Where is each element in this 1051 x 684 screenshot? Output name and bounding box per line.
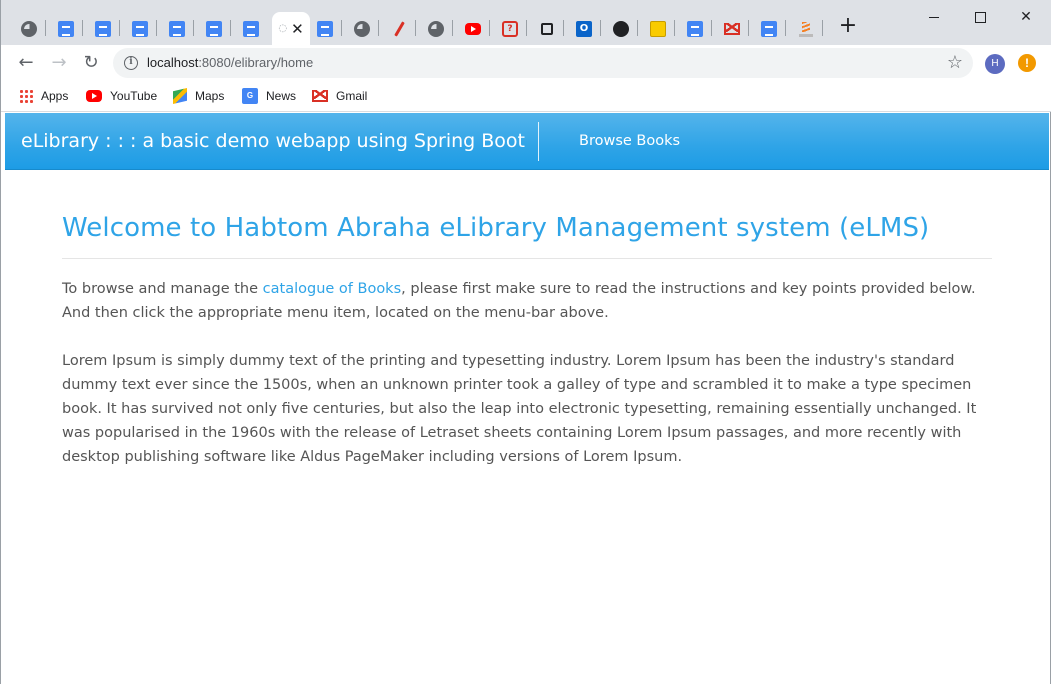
tab-strip: ◌ ✕ ? O + ✕ — [1, 0, 1051, 45]
app-navbar: eLibrary : : : a basic demo webapp using… — [5, 113, 1049, 170]
docs-icon — [317, 20, 333, 37]
loading-icon: ◌ — [278, 23, 288, 34]
stackoverflow-icon — [799, 21, 813, 37]
bookmark-label: News — [266, 89, 297, 103]
close-tab-icon[interactable]: ✕ — [291, 21, 304, 37]
tab[interactable] — [49, 12, 83, 45]
maps-icon — [173, 88, 187, 104]
intro-paragraph: To browse and manage the catalogue of Bo… — [62, 277, 992, 325]
tab[interactable] — [197, 12, 231, 45]
minimize-button[interactable] — [911, 6, 957, 28]
docs-icon — [95, 20, 111, 37]
docs-icon — [206, 20, 222, 37]
tab[interactable] — [715, 12, 749, 45]
youtube-icon — [86, 90, 102, 102]
reload-icon[interactable]: ↻ — [79, 51, 103, 75]
tab[interactable] — [641, 12, 675, 45]
maximize-button[interactable] — [957, 6, 1003, 28]
youtube-icon — [465, 22, 481, 35]
tab[interactable] — [234, 12, 268, 45]
tab[interactable] — [789, 12, 823, 45]
bookmark-gmail[interactable]: Gmail — [312, 86, 367, 106]
page-title: Welcome to Habtom Abraha eLibrary Manage… — [62, 208, 992, 259]
pen-icon — [393, 20, 405, 37]
profile-avatar[interactable]: H — [985, 54, 1005, 74]
docs-icon — [687, 20, 703, 37]
globe-icon — [21, 20, 37, 37]
docs-icon — [58, 20, 74, 37]
tab[interactable] — [86, 12, 120, 45]
tab[interactable] — [123, 12, 157, 45]
update-alert-icon[interactable]: ! — [1018, 54, 1036, 72]
square-icon — [541, 22, 553, 35]
intro-text: To browse and manage the — [62, 281, 263, 297]
browser-toolbar: ← → ↻ i localhost:8080/elibrary/home ☆ H… — [1, 45, 1051, 81]
tab[interactable] — [604, 12, 638, 45]
gmail-icon — [312, 90, 328, 102]
bookmark-label: Gmail — [336, 89, 368, 103]
news-icon: G — [242, 88, 258, 104]
docs-icon — [761, 20, 777, 37]
keep-icon — [650, 20, 666, 37]
bookmark-news[interactable]: G News — [242, 86, 296, 106]
url-text[interactable]: localhost:8080/elibrary/home — [147, 48, 313, 78]
address-bar[interactable]: i localhost:8080/elibrary/home ☆ — [113, 48, 973, 78]
url-path: :8080/elibrary/home — [198, 55, 314, 70]
tab[interactable] — [456, 12, 490, 45]
tab[interactable] — [530, 12, 564, 45]
tab[interactable] — [345, 12, 379, 45]
apps-grid-icon — [19, 89, 33, 103]
tab[interactable] — [308, 12, 342, 45]
bookmark-label: YouTube — [110, 89, 158, 103]
maximize-icon — [974, 11, 986, 23]
url-host: localhost — [147, 55, 199, 70]
github-icon — [613, 20, 629, 37]
globe-icon — [354, 20, 370, 37]
outlook-icon: O — [576, 20, 592, 37]
catalogue-link[interactable]: catalogue of Books — [263, 281, 401, 297]
globe-icon — [428, 20, 444, 37]
bookmark-apps[interactable]: Apps — [19, 86, 68, 106]
browser-window: ◌ ✕ ? O + ✕ ← → ↻ i localhost:8080/elibr… — [0, 0, 1051, 684]
close-window-button[interactable]: ✕ — [1003, 6, 1049, 28]
bookmark-youtube[interactable]: YouTube — [86, 86, 157, 106]
tab[interactable] — [160, 12, 194, 45]
tab[interactable] — [678, 12, 712, 45]
tab[interactable] — [12, 12, 46, 45]
browse-books-link[interactable]: Browse Books — [579, 113, 680, 170]
bookmarks-bar: Apps YouTube Maps G News Gmail — [1, 81, 1051, 112]
bookmark-label: Maps — [195, 89, 225, 103]
minimize-icon — [929, 16, 939, 18]
docs-icon — [169, 20, 185, 37]
nav-divider — [538, 122, 539, 161]
docs-icon — [243, 20, 259, 37]
tab[interactable] — [419, 12, 453, 45]
tab[interactable] — [752, 12, 786, 45]
forward-arrow-icon[interactable]: → — [47, 51, 71, 75]
tab-active[interactable]: ◌ ✕ — [272, 12, 310, 45]
back-arrow-icon[interactable]: ← — [14, 51, 38, 75]
gmail-icon — [724, 22, 740, 35]
tab[interactable] — [382, 12, 416, 45]
bookmark-label: Apps — [41, 89, 69, 103]
bookmark-maps[interactable]: Maps — [173, 86, 224, 106]
lorem-paragraph: Lorem Ipsum is simply dummy text of the … — [62, 353, 977, 465]
new-tab-button[interactable]: + — [837, 15, 859, 38]
app-brand[interactable]: eLibrary : : : a basic demo webapp using… — [21, 113, 525, 170]
docs-icon — [132, 20, 148, 37]
question-icon: ? — [502, 20, 518, 37]
tab[interactable]: ? — [493, 12, 527, 45]
main-content: Welcome to Habtom Abraha eLibrary Manage… — [62, 208, 992, 469]
tab[interactable]: O — [567, 12, 601, 45]
bookmark-star-icon[interactable]: ☆ — [947, 52, 963, 74]
info-icon[interactable]: i — [124, 56, 138, 70]
